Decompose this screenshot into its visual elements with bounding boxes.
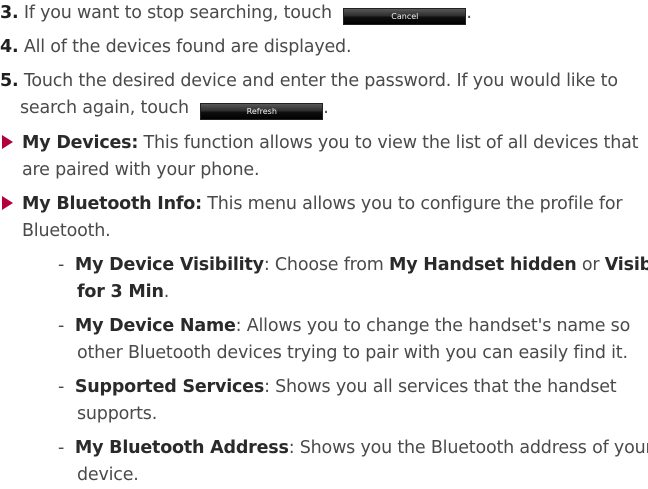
subitem-or: or <box>576 255 605 275</box>
bullet-title: My Bluetooth Info: <box>22 194 202 214</box>
step-5: 5. Touch the desired device and enter th… <box>0 68 618 95</box>
option-visible: Visible <box>604 255 648 275</box>
bullet-my-bluetooth-info: My Bluetooth Info: This menu allows you … <box>2 191 623 218</box>
subitem-device-name-continued: other Bluetooth devices trying to pair w… <box>77 340 628 367</box>
subitem-text-line1: : Shows you the Bluetooth address of you… <box>288 438 648 458</box>
step-period: . <box>323 98 329 118</box>
option-hidden: My Handset hidden <box>388 255 577 275</box>
dash: - <box>58 377 65 397</box>
subitem-supported-services-continued: supports. <box>77 401 157 428</box>
subitem-device-visibility: - My Device Visibility: Choose from My H… <box>58 252 648 279</box>
subitem-bluetooth-address: - My Bluetooth Address: Shows you the Bl… <box>58 435 648 462</box>
step-text: All of the devices found are displayed. <box>23 37 352 57</box>
subitem-text-line1: : Allows you to change the handset's nam… <box>235 316 631 336</box>
step-number: 5. <box>0 71 19 91</box>
step-text-line2: search again, touch <box>20 98 189 118</box>
manual-page: 3. If you want to stop searching, touch … <box>0 0 648 485</box>
option-visible-duration: for 3 Min <box>77 282 164 302</box>
subitem-supported-services: - Supported Services: Shows you all serv… <box>58 374 617 401</box>
subitem-title: My Device Name <box>74 316 236 336</box>
bullet-text-line2: are paired with your phone. <box>22 160 260 180</box>
subitem-title: My Device Visibility <box>74 255 264 275</box>
triangle-bullet-icon <box>2 196 13 210</box>
bullet-text-line2: Bluetooth. <box>22 221 111 241</box>
subitem-period: . <box>163 282 170 302</box>
subitem-title: My Bluetooth Address <box>74 438 289 458</box>
triangle-bullet-icon <box>2 135 13 149</box>
subitem-text-line2: device. <box>77 465 139 485</box>
subitem-text: : Choose from <box>263 255 389 275</box>
subitem-device-name: - My Device Name: Allows you to change t… <box>58 313 630 340</box>
cancel-button[interactable]: Cancel <box>343 8 467 25</box>
bullet-text-line1: This function allows you to view the lis… <box>138 133 639 153</box>
dash: - <box>58 255 65 275</box>
subitem-text-line2: other Bluetooth devices trying to pair w… <box>77 343 628 363</box>
step-3: 3. If you want to stop searching, touch … <box>0 0 472 27</box>
subitem-bluetooth-address-continued: device. <box>77 462 139 489</box>
step-text: If you want to stop searching, touch <box>23 3 332 23</box>
refresh-button[interactable]: Refresh <box>200 103 324 120</box>
bullet-my-devices-continued: are paired with your phone. <box>22 157 260 184</box>
subitem-device-visibility-continued: for 3 Min. <box>77 279 169 306</box>
dash: - <box>58 316 65 336</box>
bullet-text-line1: This menu allows you to configure the pr… <box>201 194 623 214</box>
dash: - <box>58 438 65 458</box>
step-period: . <box>466 3 472 23</box>
step-4: 4. All of the devices found are displaye… <box>0 34 352 61</box>
step-5-continued: search again, touch Refresh. <box>20 95 329 122</box>
subitem-text-line2: supports. <box>77 404 158 424</box>
subitem-text-line1: : Shows you all services that the handse… <box>264 377 617 397</box>
subitem-title: Supported Services <box>74 377 265 397</box>
step-text-line1: Touch the desired device and enter the p… <box>23 71 618 91</box>
step-number: 4. <box>0 37 19 57</box>
bullet-my-bluetooth-info-continued: Bluetooth. <box>22 218 111 245</box>
bullet-my-devices: My Devices: This function allows you to … <box>2 130 638 157</box>
bullet-title: My Devices: <box>22 133 139 153</box>
step-number: 3. <box>0 3 19 23</box>
